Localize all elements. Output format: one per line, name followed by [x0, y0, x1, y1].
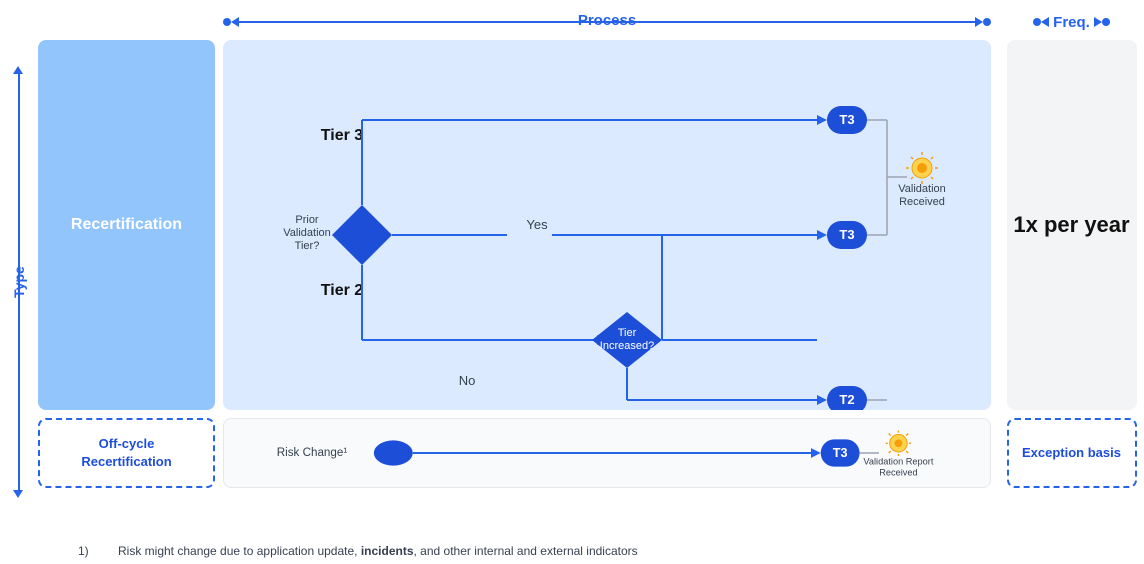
prior-validation-label: Prior [295, 214, 319, 226]
tier3-text: Tier 3 [321, 127, 364, 144]
ray7 [931, 157, 933, 159]
process-label: Process [578, 12, 636, 29]
arrow-t2 [817, 395, 827, 405]
svg-text:Validation: Validation [283, 227, 331, 239]
off-cycle-flow-area: Risk Change¹ T3 [223, 418, 991, 488]
arrow-tier3-mid [817, 230, 827, 240]
main-flow-svg: Tier 3 Tier 2 Prior Validation Tier? [223, 40, 991, 410]
freq-label: Freq. [1053, 14, 1090, 31]
freq-box: 1x per year [1007, 40, 1137, 410]
type-label: Type [11, 266, 27, 298]
ray5 [911, 157, 913, 159]
footnote-number: 1) [78, 544, 102, 558]
svg-text:Tier?: Tier? [295, 240, 320, 252]
off-cycle-svg: Risk Change¹ T3 [224, 419, 990, 487]
prior-validation-diamond [332, 205, 392, 265]
validation-received-label2: Received [899, 196, 945, 208]
off-cycle-box: Off-cycle Recertification [38, 418, 215, 488]
t2-label: T2 [839, 392, 854, 407]
validation-report-icon-inner [895, 439, 903, 447]
footnote-area: 1) Risk might change due to application … [38, 534, 1144, 564]
risk-change-oval [374, 440, 413, 465]
footnote-text: Risk might change due to application upd… [118, 544, 638, 558]
exception-box: Exception basis [1007, 418, 1137, 488]
validation-report-label2: Received [879, 467, 917, 477]
arrow-off-cycle [811, 448, 821, 458]
ray8 [911, 177, 913, 179]
t3-label-off: T3 [833, 446, 848, 460]
svg-text:Increased?: Increased? [600, 340, 654, 352]
validation-report-label1: Validation Report [863, 457, 933, 467]
yes-label: Yes [526, 217, 548, 232]
tier-increased-label: Tier [618, 327, 637, 339]
report-ray5 [889, 434, 891, 436]
report-ray8 [889, 451, 891, 453]
tier2-text: Tier 2 [321, 282, 364, 299]
t3-label-top: T3 [839, 112, 854, 127]
main-flow-area: Tier 3 Tier 2 Prior Validation Tier? [223, 40, 991, 410]
no-label: No [459, 373, 476, 388]
ray6 [931, 177, 933, 179]
main-container: Type Process Freq. [0, 0, 1144, 564]
report-ray7 [906, 434, 908, 436]
validation-icon-inner [917, 163, 927, 173]
recertification-box: Recertification [38, 40, 215, 410]
risk-change-label: Risk Change¹ [277, 446, 348, 459]
validation-received-label1: Validation [898, 183, 946, 195]
t3-label-mid: T3 [839, 227, 854, 242]
report-ray6 [906, 451, 908, 453]
footnote-bold: incidents [361, 544, 414, 558]
arrow-tier3 [817, 115, 827, 125]
